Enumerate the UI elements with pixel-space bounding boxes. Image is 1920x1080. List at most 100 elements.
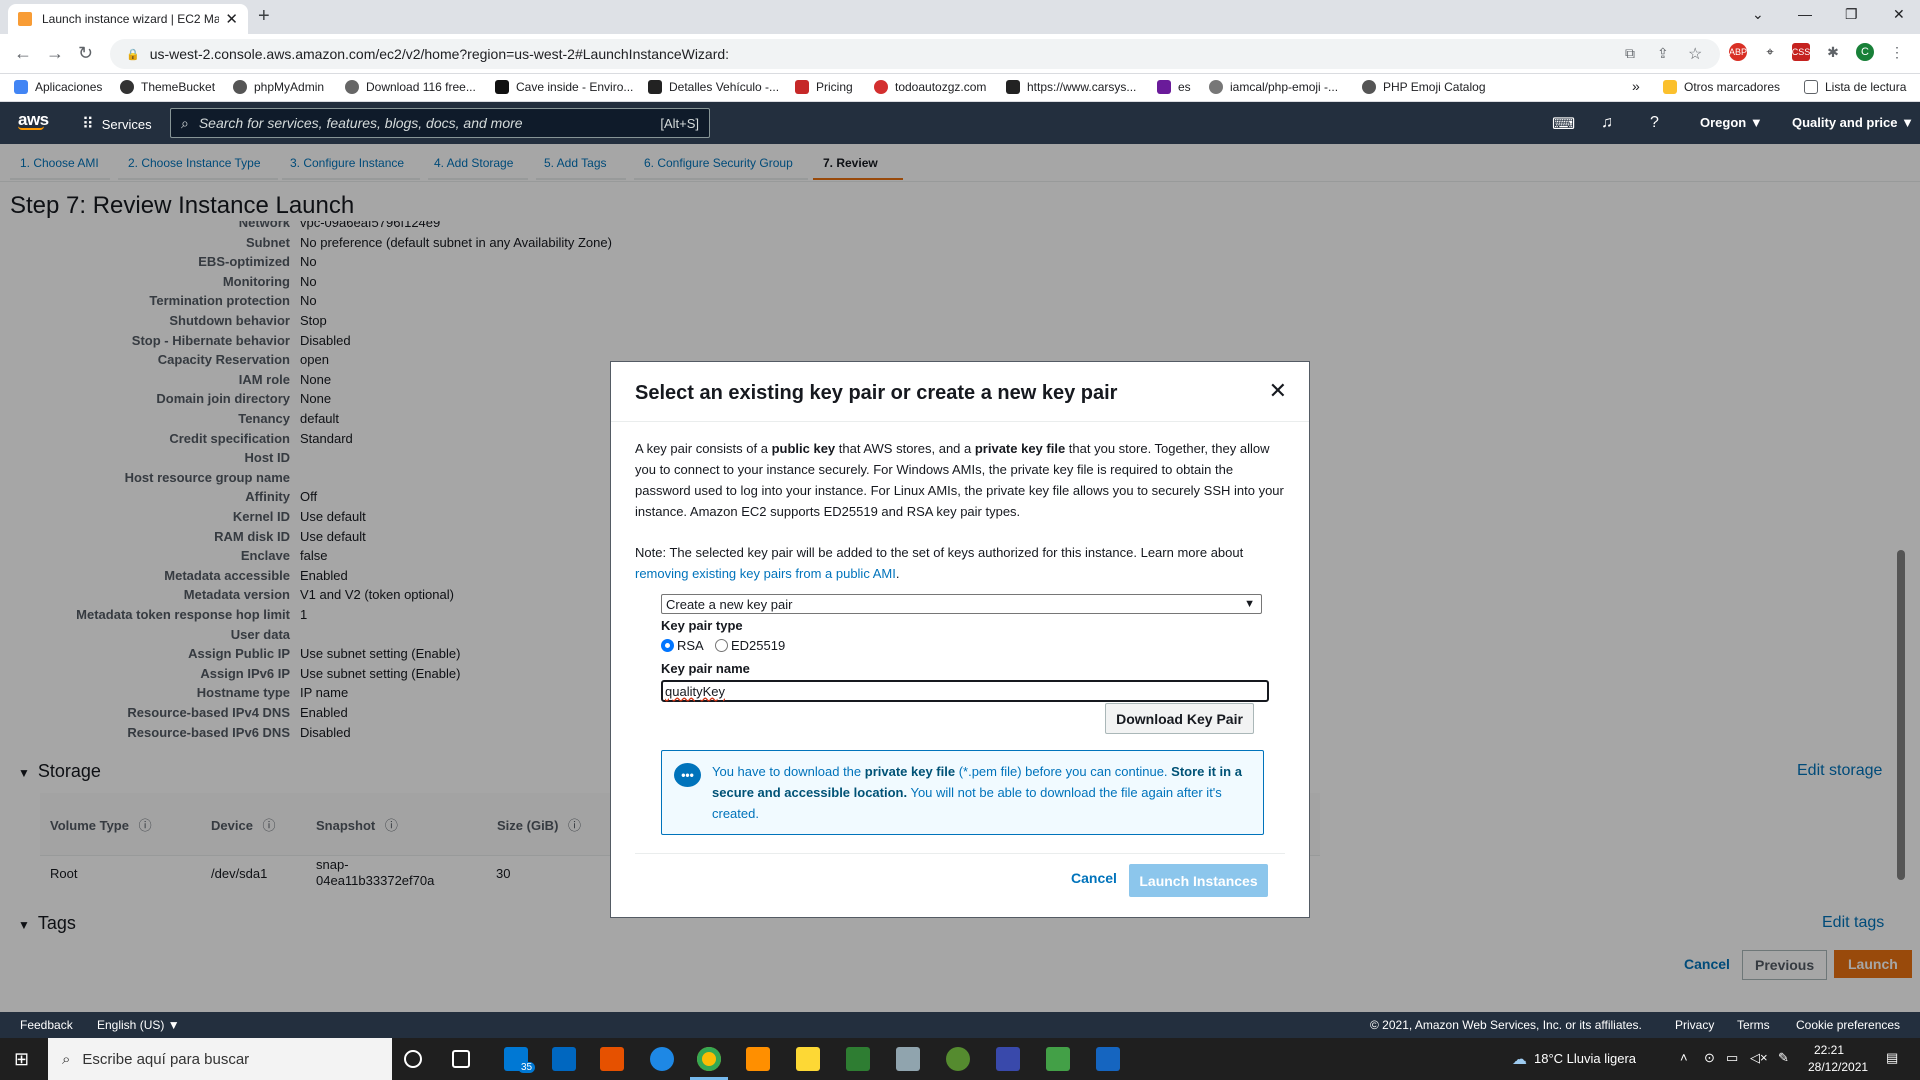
key-pair-name-input[interactable]: qualityKey — [661, 680, 1269, 702]
notifications-icon[interactable]: ▤ — [1886, 1050, 1898, 1066]
minimize-button[interactable]: — — [1798, 6, 1812, 22]
weather-icon: ☁ — [1512, 1051, 1527, 1068]
terms-link[interactable]: Terms — [1737, 1018, 1770, 1032]
browser-tab[interactable]: Launch instance wizard | EC2 Ma ✕ — [8, 4, 248, 34]
bookmark-star-icon[interactable]: ☆ — [1688, 44, 1702, 64]
key-pair-name-label: Key pair name — [661, 661, 750, 676]
volume-muted-icon[interactable]: ◁× — [1750, 1050, 1768, 1066]
address-bar-row: ← → ↻ 🔒 us-west-2.console.aws.amazon.com… — [0, 34, 1920, 74]
reading-list-button[interactable]: Lista de lectura — [1804, 80, 1906, 94]
bookmark-item[interactable]: phpMyAdmin — [233, 80, 324, 94]
back-icon[interactable]: ← — [14, 43, 32, 64]
bookmark-item[interactable]: Detalles Vehículo -... — [648, 80, 779, 94]
dialog-cancel-button[interactable]: Cancel — [1071, 870, 1117, 886]
clock-time[interactable]: 22:21 — [1814, 1043, 1844, 1057]
ed25519-radio[interactable]: ED25519 — [715, 638, 785, 653]
url-bar[interactable]: 🔒 us-west-2.console.aws.amazon.com/ec2/v… — [110, 39, 1720, 69]
forward-icon[interactable]: → — [46, 43, 64, 64]
language-selector[interactable]: English (US) ▼ — [97, 1018, 180, 1032]
media-app-icon[interactable] — [600, 1047, 624, 1071]
bookmark-item[interactable]: todoautozgz.com — [874, 80, 986, 94]
browser-menu-icon[interactable]: ⋮ — [1888, 43, 1906, 61]
extensions-puzzle-icon[interactable]: ✱ — [1824, 43, 1842, 61]
clock-date[interactable]: 28/12/2021 — [1808, 1060, 1868, 1074]
edge-browser-icon[interactable] — [650, 1047, 674, 1071]
location-extension-icon[interactable]: ⌖ — [1761, 43, 1779, 61]
mail-badge: 35 — [518, 1062, 536, 1073]
taskbar-search-input[interactable]: ⌕ Escribe aquí para buscar — [48, 1038, 392, 1080]
region-selector[interactable]: Oregon ▼ — [1700, 115, 1763, 130]
aws-logo[interactable]: aws — [18, 110, 49, 130]
search-input[interactable]: ⌕ Search for services, features, blogs, … — [170, 108, 710, 138]
task-view-icon[interactable] — [452, 1050, 470, 1068]
download-key-pair-button[interactable]: Download Key Pair — [1105, 703, 1254, 734]
shield-icon — [648, 80, 662, 94]
chrome-browser-icon[interactable] — [697, 1047, 721, 1071]
help-icon[interactable]: ? — [1650, 114, 1659, 132]
cave-site-icon — [495, 80, 509, 94]
bookmark-item[interactable]: Pricing — [795, 80, 853, 94]
file-explorer-icon[interactable] — [796, 1047, 820, 1071]
bookmark-item[interactable]: iamcal/php-emoji -... — [1209, 80, 1338, 94]
lock-icon: 🔒 — [126, 48, 140, 61]
page-scrollbar[interactable] — [1896, 220, 1906, 880]
rsa-radio[interactable]: RSA — [661, 638, 704, 653]
aws-favicon-icon — [18, 12, 32, 26]
themebucket-icon — [120, 80, 134, 94]
red-extension-icon[interactable]: CSS — [1792, 43, 1810, 61]
apps-grid-icon — [14, 80, 28, 94]
dialog-title: Select an existing key pair or create a … — [635, 382, 1118, 404]
tab-search-icon[interactable]: ⌄ — [1752, 6, 1764, 23]
services-menu-button[interactable]: ⠿ Services — [82, 114, 152, 134]
other-bookmarks-folder[interactable]: Otros marcadores — [1663, 80, 1780, 94]
remove-key-pairs-link[interactable]: removing existing key pairs from a publi… — [635, 566, 896, 581]
cookie-preferences-link[interactable]: Cookie preferences — [1796, 1018, 1900, 1032]
key-pair-option-select[interactable]: Create a new key pair ▼ — [661, 594, 1262, 614]
windows-start-icon[interactable]: ⊞ — [14, 1049, 29, 1070]
close-window-button[interactable]: ✕ — [1893, 6, 1905, 23]
network-icon[interactable]: ⊙ — [1704, 1050, 1715, 1066]
reload-icon[interactable]: ↻ — [78, 43, 93, 64]
hs-app-icon[interactable] — [946, 1047, 970, 1071]
close-icon[interactable]: ✕ — [1269, 378, 1287, 404]
bookmark-item[interactable]: es — [1157, 80, 1191, 94]
adblock-extension-icon[interactable]: ABP — [1729, 43, 1747, 61]
vlc-app-icon[interactable] — [746, 1047, 770, 1071]
close-tab-icon[interactable]: ✕ — [225, 10, 238, 28]
bookmark-apps[interactable]: Aplicaciones — [14, 80, 102, 94]
grid-icon: ⠿ — [82, 116, 94, 133]
network-app-icon[interactable] — [996, 1047, 1020, 1071]
privacy-link[interactable]: Privacy — [1675, 1018, 1714, 1032]
launch-instances-button[interactable]: Launch Instances — [1129, 864, 1268, 897]
translate-icon[interactable]: ⧉ — [1625, 45, 1635, 62]
scrollbar-thumb[interactable] — [1897, 550, 1905, 880]
aws-console-footer: Feedback English (US) ▼ © 2021, Amazon W… — [0, 1012, 1920, 1038]
bookmark-item[interactable]: Cave inside - Enviro... — [495, 80, 633, 94]
bookmark-item[interactable]: Download 116 free... — [345, 80, 476, 94]
feedback-link[interactable]: Feedback — [20, 1018, 73, 1032]
account-menu[interactable]: Quality and price ▼ — [1792, 115, 1914, 130]
cloudshell-icon[interactable]: ⌨ — [1552, 114, 1575, 134]
notepad-app-icon[interactable] — [1046, 1047, 1070, 1071]
tray-chevron-icon[interactable]: ˄ — [1680, 1050, 1688, 1065]
bookmark-item[interactable]: ThemeBucket — [120, 80, 215, 94]
browser-tab-strip: Launch instance wizard | EC2 Ma ✕ + ⌄ — … — [0, 0, 1920, 34]
bookmark-item[interactable]: PHP Emoji Catalog — [1362, 80, 1486, 94]
word-app-icon[interactable] — [1096, 1047, 1120, 1071]
profile-avatar[interactable]: C — [1856, 43, 1874, 61]
remote-desktop-icon[interactable] — [896, 1047, 920, 1071]
display-icon[interactable]: ▭ — [1726, 1050, 1738, 1066]
spreadsheet-app-icon[interactable] — [846, 1047, 870, 1071]
cortana-icon[interactable] — [404, 1050, 422, 1068]
pen-icon[interactable]: ✎ — [1778, 1050, 1789, 1066]
new-tab-button[interactable]: + — [258, 5, 270, 28]
download-info-alert: ••• You have to download the private key… — [661, 750, 1264, 835]
share-icon[interactable]: ⇪ — [1657, 45, 1669, 62]
notifications-bell-icon[interactable]: ♫ — [1601, 114, 1613, 132]
dialog-intro-text: A key pair consists of a public key that… — [635, 441, 1284, 519]
restore-button[interactable]: ❐ — [1845, 6, 1858, 23]
store-app-icon[interactable] — [552, 1047, 576, 1071]
bookmark-item[interactable]: https://www.carsys... — [1006, 80, 1136, 94]
bookmarks-overflow-button[interactable]: » — [1632, 78, 1640, 94]
weather-text[interactable]: 18°C Lluvia ligera — [1534, 1051, 1636, 1066]
